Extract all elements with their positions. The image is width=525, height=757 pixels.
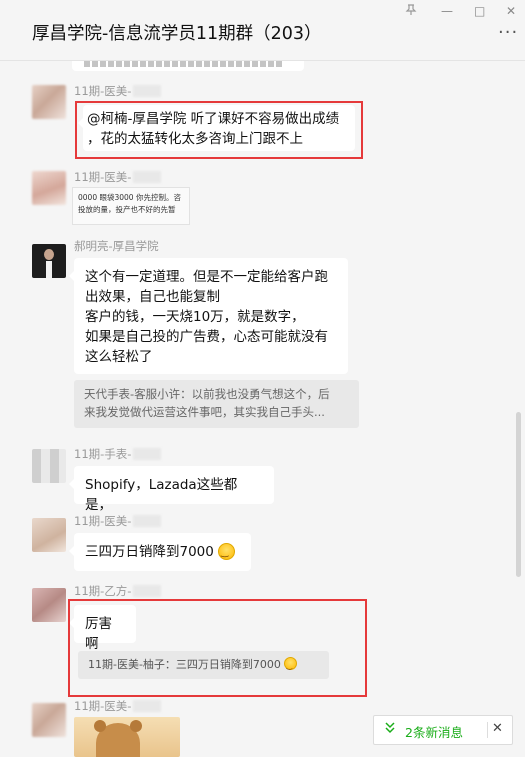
cropped-message-bubble <box>72 61 304 71</box>
minimize-button[interactable]: — <box>441 4 453 18</box>
divider <box>487 722 488 738</box>
avatar[interactable] <box>32 244 66 278</box>
sender-name: 11期-医美- <box>74 169 162 185</box>
sender-name: 11期-医美- <box>74 83 162 99</box>
quoted-message[interactable]: 天代手表-客服小许：以前我也没勇气想这个，后 来我发觉做代运营这件事吧，其实我自… <box>74 380 359 428</box>
avatar[interactable] <box>32 588 66 622</box>
chat-title: 厚昌学院-信息流学员11期群（203） <box>32 24 322 44</box>
message-line: 这么轻松了 <box>85 349 153 365</box>
pin-icon[interactable] <box>405 4 417 19</box>
message-line: 出效果，自己也能复制 <box>85 289 220 305</box>
sender-name: 11期-医美- <box>74 513 162 529</box>
sender-name: 郝明亮-厚昌学院 <box>74 239 159 253</box>
message-line: 如果是自己投的广告费，心态可能就没有 <box>85 329 328 345</box>
message-bubble[interactable]: 三四万日销降到7000 <box>69 533 251 571</box>
title-bar: 厚昌学院-信息流学员11期群（203） — □ ✕ ··· <box>0 0 525 61</box>
highlight-box <box>75 101 363 159</box>
avatar[interactable] <box>32 518 66 552</box>
avatar[interactable] <box>32 171 66 205</box>
message-line: 客户的钱，一天烧10万，就是数字， <box>85 309 305 325</box>
sender-name: 11期-手表- <box>74 446 162 462</box>
smile-emoji-icon <box>218 543 236 563</box>
quote-line: 来我发觉做代运营这件事吧，其实我自己手头... <box>84 405 325 419</box>
cropped-text <box>84 61 284 67</box>
chat-area[interactable]: 11期-医美- @柯楠-厚昌学院 听了课好不容易做出成绩 ，花的太猛转化太多咨询… <box>0 61 525 757</box>
message-bubble[interactable]: 这个有一定道理。但是不一定能给客户跑 出效果，自己也能复制 客户的钱，一天烧10… <box>69 258 348 374</box>
avatar[interactable] <box>32 703 66 737</box>
new-messages-toast[interactable]: 2条新消息 ✕ <box>373 715 513 745</box>
message-text: 三四万日销降到7000 <box>85 544 214 560</box>
close-window-button[interactable]: ✕ <box>506 4 516 18</box>
image-message[interactable]: 0000 眼袋3000 你先控制。咨 投放的量，投产也不好的先暂 <box>72 187 190 225</box>
quote-line: 天代手表-客服小许：以前我也没勇气想这个，后 <box>84 387 330 401</box>
avatar[interactable] <box>32 449 66 483</box>
sender-name: 11期-医美- <box>74 698 162 714</box>
more-options-button[interactable]: ··· <box>498 22 518 43</box>
highlight-box <box>68 599 367 697</box>
double-chevron-down-icon <box>384 721 396 738</box>
image-text-line: 投放的量，投产也不好的先暂 <box>78 205 176 214</box>
image-text-line: 0000 眼袋3000 你先控制。咨 <box>78 193 181 202</box>
new-messages-label[interactable]: 2条新消息 <box>405 722 463 741</box>
sticker-image[interactable] <box>74 717 180 757</box>
message-line: 这个有一定道理。但是不一定能给客户跑 <box>85 269 328 285</box>
avatar[interactable] <box>32 85 66 119</box>
scrollbar[interactable] <box>516 412 521 577</box>
maximize-button[interactable]: □ <box>474 4 485 18</box>
message-bubble[interactable]: Shopify，Lazada这些都是， <box>69 466 274 513</box>
sender-name: 11期-乙方- <box>74 583 162 599</box>
close-toast-button[interactable]: ✕ <box>492 721 503 736</box>
